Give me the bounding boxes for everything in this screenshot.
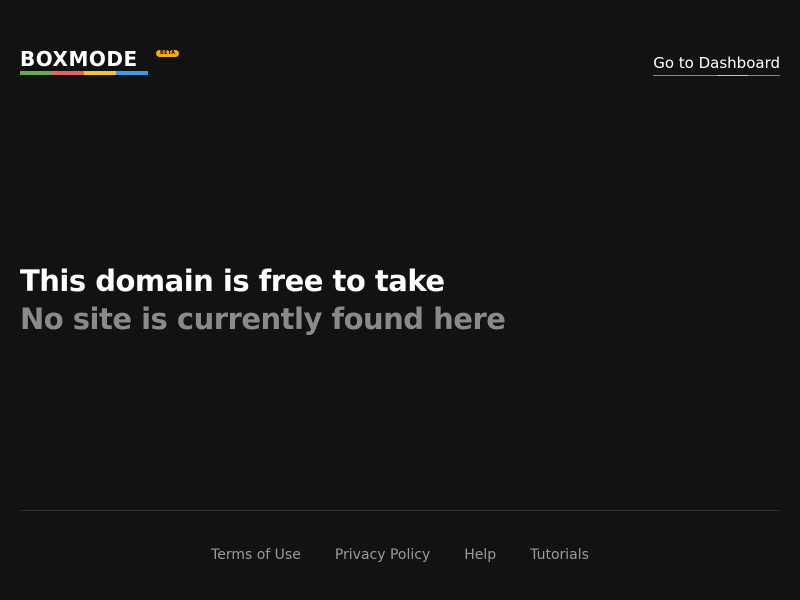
logo-bar-segment-green bbox=[20, 71, 52, 75]
boxmode-logo[interactable]: BOXMODE BETA bbox=[20, 48, 180, 75]
beta-badge: BETA bbox=[156, 50, 180, 57]
logo-bar-segment-yellow bbox=[84, 71, 116, 75]
hero-title: This domain is free to take bbox=[20, 264, 445, 298]
underline-segment-blue bbox=[748, 75, 781, 76]
logo-bar-segment-red bbox=[52, 71, 84, 75]
logo-text: BOXMODE bbox=[20, 47, 138, 71]
underline-segment-yellow bbox=[716, 75, 749, 76]
go-to-dashboard-link[interactable]: Go to Dashboard bbox=[653, 54, 781, 76]
footer-link-terms-of-use[interactable]: Terms of Use bbox=[211, 546, 301, 564]
logo-wordmark: BOXMODE bbox=[20, 48, 148, 75]
footer-divider bbox=[20, 510, 780, 511]
underline-segment-red bbox=[684, 75, 717, 76]
underline-segment-green bbox=[653, 75, 685, 76]
footer-nav: Terms of Use Privacy Policy Help Tutoria… bbox=[0, 546, 800, 564]
footer-link-help[interactable]: Help bbox=[464, 546, 496, 564]
footer-link-privacy-policy[interactable]: Privacy Policy bbox=[335, 546, 430, 564]
logo-bar-segment-blue bbox=[116, 71, 148, 75]
dashboard-link-label: Go to Dashboard bbox=[653, 54, 780, 72]
logo-color-bar bbox=[20, 71, 148, 75]
hero-subtitle: No site is currently found here bbox=[20, 302, 506, 336]
hero-section: This domain is free to take No site is c… bbox=[20, 262, 506, 338]
footer-link-tutorials[interactable]: Tutorials bbox=[530, 546, 589, 564]
dashboard-link-underline bbox=[653, 75, 781, 76]
